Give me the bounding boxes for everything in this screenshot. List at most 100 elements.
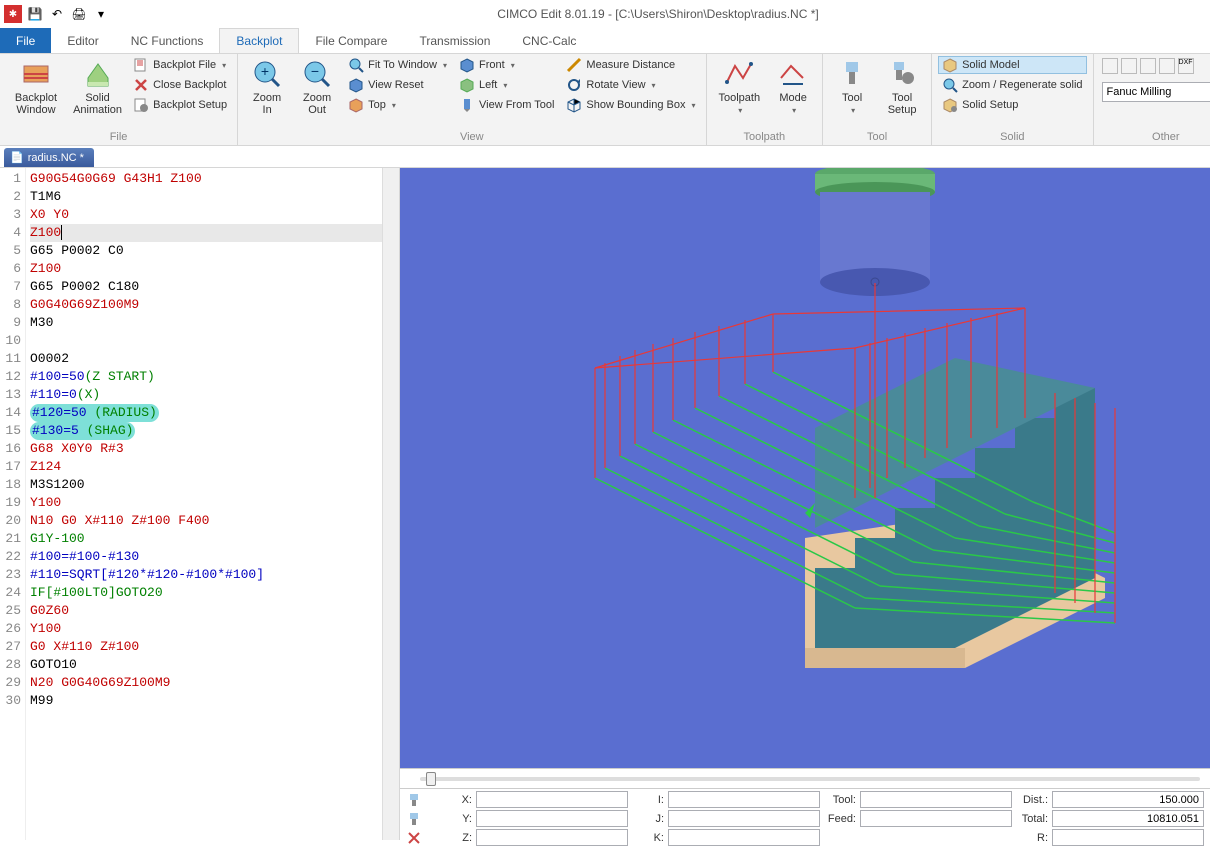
solid-setup-icon	[942, 97, 958, 113]
slider-thumb[interactable]	[426, 772, 436, 786]
code-line[interactable]: #100=#100-#130	[30, 548, 395, 566]
code-line[interactable]: Z124	[30, 458, 395, 476]
fit-to-window-button[interactable]: Fit To Window▾	[344, 56, 451, 74]
top-view-button[interactable]: Top▾	[344, 96, 451, 114]
left-view-button[interactable]: Left▾	[455, 76, 558, 94]
filetype-input[interactable]	[1102, 82, 1210, 102]
print-icon[interactable]: 🖨	[70, 5, 88, 23]
tab-cnc-calc[interactable]: CNC-Calc	[506, 28, 592, 53]
code-line[interactable]: #110=0(X)	[30, 386, 395, 404]
feed-field[interactable]	[860, 810, 1012, 827]
app-icon[interactable]: ✱	[4, 5, 22, 23]
mode-button[interactable]: Mode▾	[770, 56, 816, 118]
editor-scrollbar[interactable]	[382, 168, 399, 840]
code-line[interactable]: G0 X#110 Z#100	[30, 638, 395, 656]
playback-slider[interactable]	[420, 777, 1200, 781]
status-icon-2[interactable]	[406, 811, 422, 827]
code-line[interactable]: Z100	[30, 260, 395, 278]
status-icon-3[interactable]	[406, 830, 422, 846]
tab-editor[interactable]: Editor	[51, 28, 114, 53]
rotate-view-button[interactable]: Rotate View▾	[562, 76, 699, 94]
y-field[interactable]	[476, 810, 628, 827]
zoom-out-button[interactable]: − Zoom Out	[294, 56, 340, 118]
code-editor[interactable]: 1234567891011121314151617181920212223242…	[0, 168, 400, 840]
other-icon-4[interactable]	[1159, 58, 1175, 74]
tool-field[interactable]	[860, 791, 1012, 808]
show-bounding-box-button[interactable]: Show Bounding Box▾	[562, 96, 699, 114]
undo-icon[interactable]: ↶	[48, 5, 66, 23]
code-content[interactable]: G90G54G0G69 G43H1 Z100T1M6X0 Y0Z100G65 P…	[26, 168, 399, 840]
backplot-file-button[interactable]: Backplot File▾	[129, 56, 231, 74]
code-line[interactable]: T1M6	[30, 188, 395, 206]
other-icon-3[interactable]	[1140, 58, 1156, 74]
regen-icon	[942, 77, 958, 93]
code-line[interactable]: G0G40G69Z100M9	[30, 296, 395, 314]
solid-animation-button[interactable]: Solid Animation	[70, 56, 125, 118]
code-line[interactable]: M3S1200	[30, 476, 395, 494]
code-line[interactable]: N10 G0 X#110 Z#100 F400	[30, 512, 395, 530]
save-icon[interactable]: 💾	[26, 5, 44, 23]
solid-model-button[interactable]: Solid Model	[938, 56, 1086, 74]
tab-transmission[interactable]: Transmission	[403, 28, 506, 53]
other-icon-5[interactable]: DXF	[1178, 58, 1194, 74]
ribbon: Backplot Window Solid Animation Backplot…	[0, 54, 1210, 146]
code-line[interactable]: IF[#100LT0]GOTO20	[30, 584, 395, 602]
code-line[interactable]: #120=50 (RADIUS)	[30, 404, 395, 422]
solid-model-icon	[942, 57, 958, 73]
zoom-regenerate-button[interactable]: Zoom / Regenerate solid	[938, 76, 1086, 94]
code-line[interactable]: G65 P0002 C180	[30, 278, 395, 296]
tab-file[interactable]: File	[0, 28, 51, 53]
view-from-tool-button[interactable]: View From Tool	[455, 96, 558, 114]
mode-icon	[777, 58, 809, 90]
code-line[interactable]: G90G54G0G69 G43H1 Z100	[30, 170, 395, 188]
toolpath-button[interactable]: Toolpath▾	[713, 56, 767, 118]
tab-backplot[interactable]: Backplot	[219, 28, 299, 53]
code-line[interactable]: #130=5 (SHAG)	[30, 422, 395, 440]
other-icon-2[interactable]	[1121, 58, 1137, 74]
r-field[interactable]	[1052, 829, 1204, 846]
code-line[interactable]: G1Y-100	[30, 530, 395, 548]
code-line[interactable]: G65 P0002 C0	[30, 242, 395, 260]
code-line[interactable]: O0002	[30, 350, 395, 368]
backplot-canvas[interactable]	[400, 168, 1210, 768]
code-line[interactable]	[30, 332, 395, 350]
backplot-setup-button[interactable]: Backplot Setup	[129, 96, 231, 114]
tool-graphic	[815, 168, 935, 296]
code-line[interactable]: M30	[30, 314, 395, 332]
code-line[interactable]: M99	[30, 692, 395, 710]
j-field[interactable]	[668, 810, 820, 827]
other-icon-1[interactable]	[1102, 58, 1118, 74]
x-field[interactable]	[476, 791, 628, 808]
line-gutter: 1234567891011121314151617181920212223242…	[0, 168, 26, 840]
code-line[interactable]: X0 Y0	[30, 206, 395, 224]
code-line[interactable]: G0Z60	[30, 602, 395, 620]
code-line[interactable]: G68 X0Y0 R#3	[30, 440, 395, 458]
zoom-in-button[interactable]: + Zoom In	[244, 56, 290, 118]
x-label: X:	[438, 794, 472, 806]
close-backplot-button[interactable]: Close Backplot	[129, 76, 231, 94]
code-line[interactable]: Y100	[30, 494, 395, 512]
tab-file-compare[interactable]: File Compare	[299, 28, 403, 53]
tab-nc-functions[interactable]: NC Functions	[115, 28, 220, 53]
total-field[interactable]	[1052, 810, 1204, 827]
dist-field[interactable]	[1052, 791, 1204, 808]
solid-setup-button[interactable]: Solid Setup	[938, 96, 1086, 114]
code-line[interactable]: #100=50(Z START)	[30, 368, 395, 386]
qa-dropdown-icon[interactable]: ▾	[92, 5, 110, 23]
i-field[interactable]	[668, 791, 820, 808]
code-line[interactable]: Z100	[30, 224, 395, 242]
tool-button[interactable]: Tool▾	[829, 56, 875, 118]
front-view-button[interactable]: Front▾	[455, 56, 558, 74]
k-field[interactable]	[668, 829, 820, 846]
code-line[interactable]: N20 G0G40G69Z100M9	[30, 674, 395, 692]
measure-distance-button[interactable]: Measure Distance	[562, 56, 699, 74]
code-line[interactable]: GOTO10	[30, 656, 395, 674]
tool-setup-button[interactable]: Tool Setup	[879, 56, 925, 118]
code-line[interactable]: #110=SQRT[#120*#120-#100*#100]	[30, 566, 395, 584]
code-line[interactable]: Y100	[30, 620, 395, 638]
document-tab[interactable]: 📄 radius.NC *	[4, 148, 94, 167]
status-icon-1[interactable]	[406, 792, 422, 808]
backplot-window-button[interactable]: Backplot Window	[6, 56, 66, 118]
z-field[interactable]	[476, 829, 628, 846]
view-reset-button[interactable]: View Reset	[344, 76, 451, 94]
